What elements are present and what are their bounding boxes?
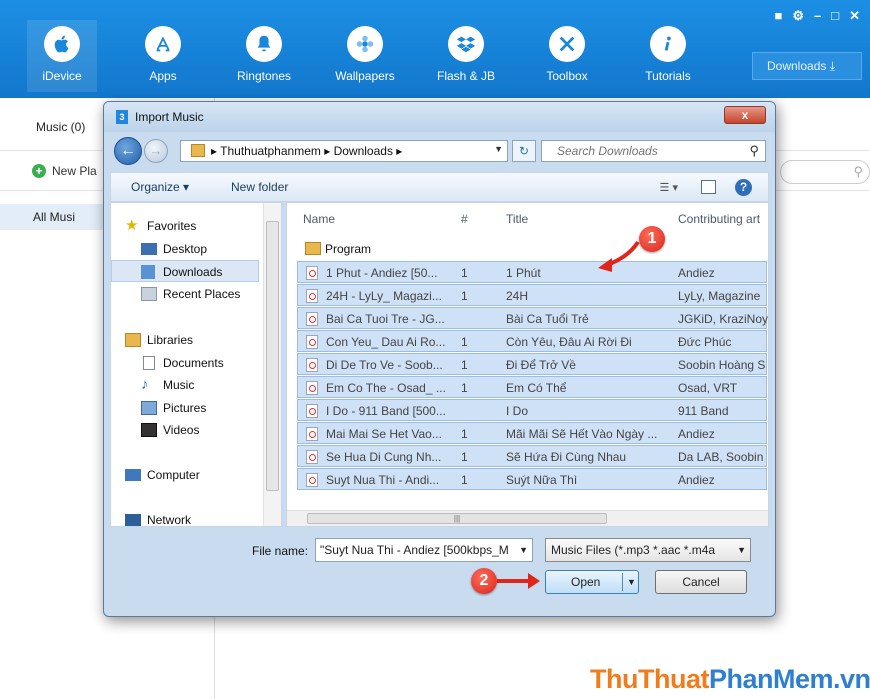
watermark-part: .vn [833, 664, 870, 694]
annotation-arrows [497, 240, 640, 589]
step-badge-1: 1 [639, 226, 665, 252]
watermark-part: ThuThuat [590, 664, 709, 694]
screen: iDevice Apps Ringtones Wallpapers Flash … [0, 0, 870, 699]
arrowhead-step2 [528, 573, 540, 589]
arrowhead-step1 [598, 258, 612, 272]
watermark-part: PhanMem [708, 664, 834, 694]
step-badge-2: 2 [471, 568, 497, 594]
watermark: ThuThuatPhanMem.vn [590, 664, 870, 695]
